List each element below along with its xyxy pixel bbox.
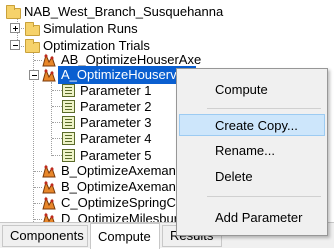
menu-item-create-copy[interactable]: Create Copy... <box>179 114 325 136</box>
parameter-icon <box>62 149 75 162</box>
tree-node-label: D_OptimizeMilesburg <box>61 211 186 222</box>
tree-node-root[interactable]: NAB_West_Branch_Susquehanna <box>0 3 300 21</box>
menu-item-compute[interactable]: Compute <box>179 79 325 101</box>
folder-icon <box>25 22 40 36</box>
parameter-icon <box>62 116 75 129</box>
parameter-icon <box>62 84 75 97</box>
optimization-trial-icon <box>42 180 56 194</box>
tree-node-label: Parameter 4 <box>80 131 152 146</box>
optimization-trial-icon <box>42 196 56 210</box>
parameter-icon <box>62 100 75 113</box>
menu-item-rename[interactable]: Rename... <box>179 140 325 162</box>
tree-node-label: Simulation Runs <box>43 21 138 36</box>
tab-compute[interactable]: Compute <box>90 223 160 249</box>
optimization-trial-icon <box>42 68 56 82</box>
menu-item-label: Rename... <box>215 143 275 158</box>
optimization-trial-icon <box>43 212 55 222</box>
menu-item-label: Compute <box>215 82 268 97</box>
menu-item-label: Add Parameter <box>215 210 303 225</box>
menu-item-label: Delete <box>215 169 253 184</box>
collapse-minus-icon[interactable] <box>10 40 20 50</box>
folder-icon <box>6 5 21 19</box>
collapse-minus-icon[interactable] <box>29 70 39 80</box>
menu-separator <box>207 196 321 197</box>
parameter-icon <box>62 132 75 145</box>
expand-plus-icon[interactable] <box>10 23 20 33</box>
menu-item-label: Create Copy... <box>215 118 298 133</box>
menu-item-add-parameter[interactable]: Add Parameter <box>179 207 325 229</box>
tree-node-simulation-runs[interactable]: Simulation Runs <box>0 20 300 38</box>
tree-node-label: NAB_West_Branch_Susquehanna <box>24 4 224 19</box>
menu-item-delete[interactable]: Delete <box>179 166 325 188</box>
tab-components[interactable]: Components <box>2 225 88 247</box>
context-menu: Compute Create Copy... Rename... Delete … <box>176 68 328 236</box>
menu-separator <box>207 108 321 109</box>
optimization-trial-icon <box>42 164 56 178</box>
